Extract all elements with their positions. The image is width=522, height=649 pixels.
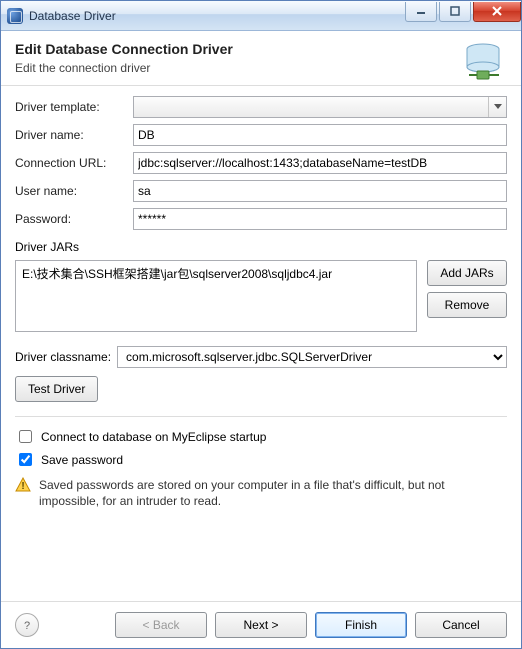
warning-text: Saved passwords are stored on your compu… <box>39 477 507 509</box>
window-title: Database Driver <box>29 9 403 23</box>
driver-jars-label: Driver JARs <box>15 240 507 254</box>
database-driver-icon <box>459 41 507 89</box>
test-driver-button[interactable]: Test Driver <box>15 376 98 402</box>
page-subtitle: Edit the connection driver <box>15 61 507 75</box>
jar-item[interactable]: E:\技术集合\SSH框架搭建\jar包\sqlserver2008\sqljd… <box>22 265 410 282</box>
minimize-button[interactable] <box>405 2 437 22</box>
chevron-down-icon <box>488 97 506 117</box>
connect-on-startup-checkbox[interactable] <box>19 430 32 443</box>
connect-on-startup-label: Connect to database on MyEclipse startup <box>41 430 266 444</box>
remove-jar-button[interactable]: Remove <box>427 292 507 318</box>
connection-url-input[interactable] <box>133 152 507 174</box>
driver-classname-label: Driver classname: <box>15 350 111 364</box>
separator <box>15 416 507 417</box>
user-name-label: User name: <box>15 184 133 198</box>
finish-button[interactable]: Finish <box>315 612 407 638</box>
driver-name-label: Driver name: <box>15 128 133 142</box>
help-button[interactable]: ? <box>15 613 39 637</box>
driver-name-input[interactable] <box>133 124 507 146</box>
svg-text:!: ! <box>21 481 24 492</box>
maximize-button[interactable] <box>439 2 471 22</box>
driver-template-combo[interactable] <box>133 96 507 118</box>
back-button[interactable]: < Back <box>115 612 207 638</box>
save-password-checkbox[interactable] <box>19 453 32 466</box>
warning-icon: ! <box>15 477 31 493</box>
password-label: Password: <box>15 212 133 226</box>
cancel-button[interactable]: Cancel <box>415 612 507 638</box>
close-button[interactable] <box>473 2 521 22</box>
page-title: Edit Database Connection Driver <box>15 41 507 57</box>
connection-url-label: Connection URL: <box>15 156 133 170</box>
add-jars-button[interactable]: Add JARs <box>427 260 507 286</box>
user-name-input[interactable] <box>133 180 507 202</box>
driver-template-label: Driver template: <box>15 100 133 114</box>
password-input[interactable] <box>133 208 507 230</box>
app-icon <box>7 8 23 24</box>
driver-classname-select[interactable]: com.microsoft.sqlserver.jdbc.SQLServerDr… <box>117 346 507 368</box>
save-password-label: Save password <box>41 453 123 467</box>
driver-jars-list[interactable]: E:\技术集合\SSH框架搭建\jar包\sqlserver2008\sqljd… <box>15 260 417 332</box>
next-button[interactable]: Next > <box>215 612 307 638</box>
svg-text:?: ? <box>24 620 30 632</box>
